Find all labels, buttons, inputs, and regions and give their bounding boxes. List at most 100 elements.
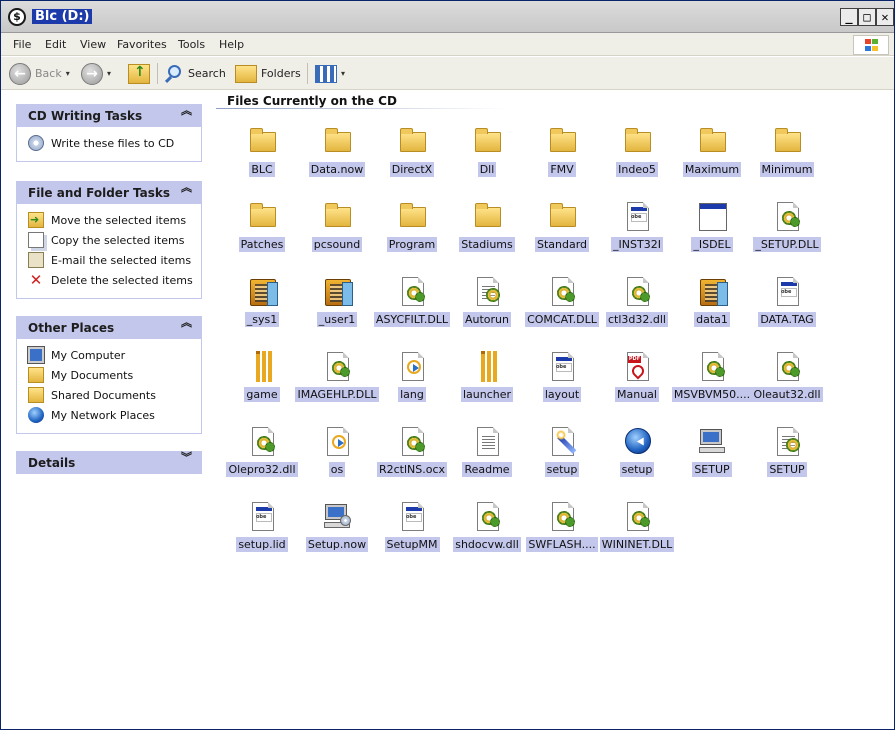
folder-icon <box>472 201 504 233</box>
other-places-header[interactable]: Other Places ︽ <box>16 316 202 339</box>
task-panel: CD Writing Tasks ︽ Write these files to … <box>1 91 213 727</box>
file-item[interactable]: SETUP <box>743 423 831 493</box>
file-item[interactable]: obe DATA.TAG <box>743 273 831 343</box>
views-button[interactable]: ▾ <box>315 61 345 86</box>
menu-file[interactable]: File <box>13 38 31 51</box>
collapse-chevron-icon[interactable]: ︽ <box>181 105 192 116</box>
my-computer-icon <box>27 346 45 364</box>
toolbar: ← Back ▾ → ▾ ↑ Search Folders ▾ <box>1 57 894 90</box>
copy-icon <box>28 232 44 248</box>
forward-dropdown-icon[interactable]: ▾ <box>107 69 111 78</box>
close-button[interactable]: ✕ <box>876 8 894 26</box>
file-label: Oleaut32.dll <box>743 387 831 402</box>
delete-icon: ✕ <box>29 271 43 289</box>
expand-chevron-icon[interactable]: ︾ <box>181 452 192 463</box>
menu-tools[interactable]: Tools <box>178 38 205 51</box>
file-name: Standard <box>534 237 590 252</box>
my-computer-link[interactable]: My Computer <box>27 345 201 365</box>
details-header[interactable]: Details ︾ <box>16 451 202 474</box>
file-name: DATA.TAG <box>758 312 816 327</box>
file-name: Setup.now <box>305 537 369 552</box>
dll-icon <box>397 276 429 308</box>
my-network-places-link[interactable]: My Network Places <box>28 405 201 425</box>
file-item[interactable]: WININET.DLL <box>593 498 681 568</box>
my-documents-icon <box>28 367 44 383</box>
up-folder-button[interactable]: ↑ <box>128 61 150 86</box>
folder-icon <box>322 126 354 158</box>
back-dropdown-icon[interactable]: ▾ <box>66 69 70 78</box>
file-name: Maximum <box>682 162 742 177</box>
file-folder-tasks-header[interactable]: File and Folder Tasks ︽ <box>16 181 202 204</box>
file-name: launcher <box>460 387 514 402</box>
file-name: _sys1 <box>244 312 280 327</box>
copy-selected-items-link[interactable]: Copy the selected items <box>28 230 201 250</box>
dll-icon <box>772 351 804 383</box>
email-icon <box>28 252 44 268</box>
search-icon <box>164 64 184 84</box>
forward-button[interactable]: → ▾ <box>81 61 111 86</box>
menu-help[interactable]: Help <box>219 38 244 51</box>
folder-icon <box>247 126 279 158</box>
folder-icon <box>772 126 804 158</box>
file-folder-tasks-title: File and Folder Tasks <box>28 186 171 200</box>
file-item[interactable]: _SETUP.DLL <box>743 198 831 268</box>
file-name: ctl3d32.dll <box>606 312 668 327</box>
delete-selected-items-link[interactable]: ✕ Delete the selected items <box>28 270 201 290</box>
my-computer-label: My Computer <box>51 348 126 362</box>
views-icon <box>315 64 337 83</box>
cd-writing-tasks-header[interactable]: CD Writing Tasks ︽ <box>16 104 202 127</box>
file-name: DirectX <box>389 162 435 177</box>
folders-icon <box>235 64 257 83</box>
file-label: Minimum <box>743 162 831 177</box>
folders-label: Folders <box>261 67 301 80</box>
move-selected-items-link[interactable]: ➜ Move the selected items <box>28 210 201 230</box>
file-name: data1 <box>694 312 730 327</box>
details-title: Details <box>28 456 76 470</box>
delete-selected-items-label: Delete the selected items <box>51 273 193 287</box>
file-folder-tasks-pane: File and Folder Tasks ︽ ➜ Move the selec… <box>16 181 202 299</box>
dll-icon <box>247 426 279 458</box>
section-divider <box>216 108 506 109</box>
menu-edit[interactable]: Edit <box>45 38 66 51</box>
network-places-icon <box>28 407 44 423</box>
file-item[interactable]: Oleaut32.dll <box>743 348 831 418</box>
file-folder-tasks-body: ➜ Move the selected items Copy the selec… <box>16 204 202 299</box>
file-name: Indeo5 <box>616 162 658 177</box>
file-name: setup <box>544 462 580 477</box>
maximize-button[interactable]: □ <box>858 8 876 26</box>
exe-icon: obe <box>547 351 579 383</box>
collapse-chevron-icon[interactable]: ︽ <box>181 182 192 193</box>
wand-icon <box>547 426 579 458</box>
folder-icon <box>397 126 429 158</box>
windows-logo-icon <box>853 35 889 55</box>
folders-button[interactable]: Folders <box>235 61 301 86</box>
minimize-button[interactable]: _ <box>840 8 858 26</box>
toolbar-separator <box>157 63 158 84</box>
my-documents-label: My Documents <box>51 368 134 382</box>
app-icon: $ <box>8 8 26 26</box>
globe-icon <box>622 426 654 458</box>
my-documents-link[interactable]: My Documents <box>28 365 201 385</box>
dll-icon <box>322 351 354 383</box>
email-selected-items-link[interactable]: E-mail the selected items <box>28 250 201 270</box>
cd-writing-tasks-body: Write these files to CD <box>16 127 202 162</box>
folder-icon <box>697 126 729 158</box>
file-name: _SETUP.DLL <box>753 237 821 252</box>
file-name: ASYCFILT.DLL <box>373 312 451 327</box>
shared-documents-link[interactable]: Shared Documents <box>28 385 201 405</box>
file-name: Oleaut32.dll <box>751 387 823 402</box>
file-name: shdocvw.dll <box>453 537 521 552</box>
media-icon <box>397 351 429 383</box>
other-places-body: My Computer My Documents Shared Document… <box>16 339 202 434</box>
title-bar[interactable]: $ Blc (D:) _ □ ✕ <box>1 1 894 33</box>
menu-favorites[interactable]: Favorites <box>117 38 167 51</box>
dll-icon <box>622 276 654 308</box>
collapse-chevron-icon[interactable]: ︽ <box>181 317 192 328</box>
search-label: Search <box>188 67 226 80</box>
search-button[interactable]: Search <box>164 61 226 86</box>
views-dropdown-icon[interactable]: ▾ <box>341 69 345 78</box>
menu-view[interactable]: View <box>80 38 106 51</box>
back-button[interactable]: ← Back ▾ <box>9 61 70 86</box>
file-item[interactable]: Minimum <box>743 123 831 193</box>
write-files-to-cd-link[interactable]: Write these files to CD <box>28 133 201 153</box>
